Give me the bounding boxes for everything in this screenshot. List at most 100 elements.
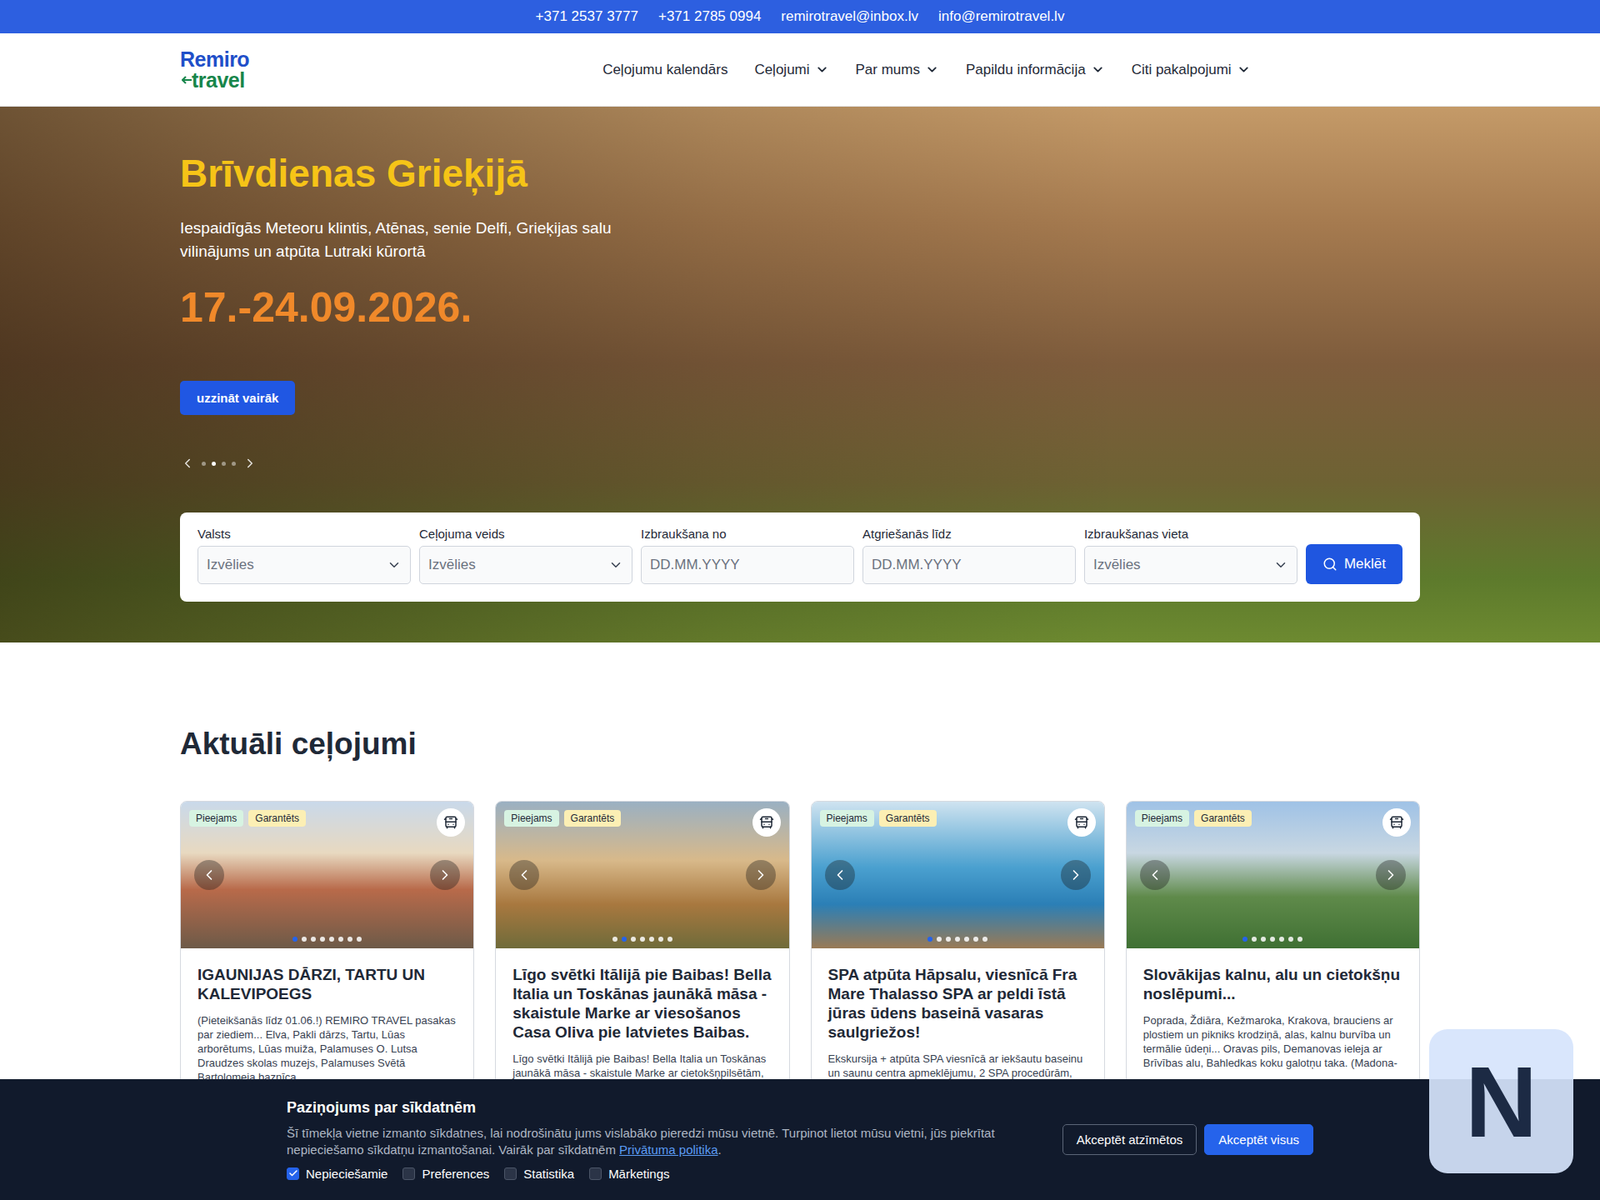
trip-description: Poprada, Ždiāra, Kežmaroka, Krakova, bra… [1143, 1013, 1403, 1070]
image-dot[interactable] [927, 936, 933, 942]
image-dot[interactable] [945, 936, 951, 942]
status-badge: Garantēts [564, 810, 622, 827]
next-image-button[interactable] [1375, 860, 1406, 890]
cookie-option[interactable]: Preferences [402, 1166, 490, 1181]
image-dot[interactable] [936, 936, 942, 942]
image-dot[interactable] [964, 936, 970, 942]
image-dot[interactable] [1279, 936, 1285, 942]
image-dot[interactable] [338, 936, 344, 942]
bus-icon [1067, 808, 1096, 837]
search-field: Izbraukšanas vietaIzvēlies [1084, 526, 1298, 585]
cookie-option[interactable]: Mārketings [589, 1166, 670, 1181]
image-dot[interactable] [982, 936, 988, 942]
prev-image-button[interactable] [825, 860, 855, 890]
image-dot[interactable] [347, 936, 353, 942]
status-badge: Garantēts [248, 810, 306, 827]
chevron-down-icon [386, 557, 402, 573]
cookie-option[interactable]: Nepieciešamie [286, 1166, 388, 1181]
image-dot[interactable] [1251, 936, 1257, 942]
image-dot[interactable] [649, 936, 655, 942]
next-image-button[interactable] [745, 860, 776, 890]
image-dot[interactable] [621, 936, 627, 942]
image-dot[interactable] [1270, 936, 1275, 942]
contact-link[interactable]: info@remirotravel.lv [938, 8, 1065, 25]
trip-title: Slovākijas kalnu, alu un cietokšņu noslē… [1143, 965, 1403, 1004]
trip-title: Līgo svētki Itālijā pie Baibas! Bella It… [512, 965, 772, 1042]
nav-item[interactable]: Par mums [855, 61, 940, 79]
image-dot[interactable] [667, 936, 673, 942]
image-dot[interactable] [612, 936, 618, 942]
date-input[interactable]: DD.MM.YYYY [640, 545, 855, 585]
chevron-left-icon[interactable] [180, 455, 195, 471]
main-nav: Ceļojumu kalendārs Ceļojumi Par mums Papild… [602, 61, 1251, 79]
trip-image: PieejamsGarantēts [495, 801, 789, 949]
cookie-button[interactable]: Akceptēt atzīmētos [1062, 1124, 1198, 1155]
hero-title: Brīvdienas Grieķijā [180, 150, 1420, 197]
nav-item[interactable]: Ceļojumu kalendārs [602, 61, 728, 79]
trip-image: PieejamsGarantēts [811, 801, 1105, 949]
slide-dot[interactable] [211, 461, 216, 466]
slide-dot[interactable] [231, 461, 236, 466]
cookie-text: Šī tīmekļa vietne izmanto sīkdatnes, lai… [286, 1125, 1004, 1159]
trip-title: SPA atpūta Hāpsalu, viesnīcā Fra Mare Th… [828, 965, 1088, 1042]
image-dot[interactable] [356, 936, 362, 942]
search-field: Ceļojuma veidsIzvēlies [419, 526, 633, 585]
image-dot[interactable] [1288, 936, 1294, 942]
image-dot[interactable] [955, 936, 960, 942]
cookie-option[interactable]: Statistika [504, 1166, 575, 1181]
next-image-button[interactable] [1060, 860, 1091, 890]
search-field: ValstsIzvēlies [197, 526, 411, 585]
logo[interactable]: Remirotravel [180, 49, 250, 91]
cookie-banner: Paziņojums par sīkdatnēmŠī tīmekļa vietn… [0, 1079, 1600, 1200]
select-input[interactable]: Izvēlies [1084, 545, 1298, 585]
image-dot[interactable] [320, 936, 325, 942]
status-badge: Pieejams [189, 810, 244, 827]
image-dot[interactable] [1260, 936, 1266, 942]
select-input[interactable]: Izvēlies [197, 545, 411, 585]
prev-image-button[interactable] [509, 860, 540, 890]
chevron-right-icon[interactable] [242, 455, 258, 471]
select-input[interactable]: Izvēlies [419, 545, 633, 585]
prev-image-button[interactable] [194, 860, 225, 890]
image-dot[interactable] [658, 936, 664, 942]
checkbox[interactable] [589, 1167, 602, 1180]
prev-image-button[interactable] [1140, 860, 1170, 890]
more-button[interactable]: uzzināt vairāk [180, 380, 295, 415]
image-dot[interactable] [292, 936, 298, 942]
next-image-button[interactable] [430, 860, 460, 890]
status-badge: Pieejams [820, 810, 875, 827]
date-input[interactable]: DD.MM.YYYY [862, 545, 1076, 585]
nav-item[interactable]: Citi pakalpojumi [1131, 61, 1251, 79]
arrow-icon [181, 75, 192, 85]
contact-link[interactable]: +371 2537 3777 [535, 8, 639, 25]
chat-widget[interactable]: N [1429, 1029, 1574, 1174]
contact-link[interactable]: +371 2785 0994 [658, 8, 761, 25]
image-dot[interactable] [301, 936, 307, 942]
search-form: ValstsIzvēliesCeļojuma veidsIzvēlies Izbr… [180, 512, 1420, 602]
image-dot[interactable] [1242, 936, 1248, 942]
slide-dot[interactable] [201, 461, 206, 466]
checkbox[interactable] [286, 1167, 300, 1180]
privacy-link[interactable]: Privātuma politika [619, 1142, 718, 1157]
check-icon [288, 1168, 299, 1179]
search-field: Atgriešanās līdzDD.MM.YYYY [862, 526, 1076, 585]
image-dot[interactable] [310, 936, 316, 942]
chevron-down-icon [925, 62, 940, 77]
cookie-button[interactable]: Akceptēt visus [1204, 1124, 1314, 1155]
image-dot[interactable] [640, 936, 645, 942]
contact-link[interactable]: remirotravel@inbox.lv [780, 8, 919, 25]
status-badge: Garantēts [879, 810, 937, 827]
image-dot[interactable] [973, 936, 979, 942]
image-dot[interactable] [1297, 936, 1303, 942]
image-dot[interactable] [329, 936, 335, 942]
trip-image: PieejamsGarantēts [180, 801, 474, 949]
trip-description: Līgo svētki Itālijā pie Baibas! Bella It… [512, 1051, 772, 1080]
checkbox[interactable] [504, 1167, 517, 1180]
nav-item[interactable]: Papildu informācija [965, 61, 1105, 79]
slide-dot[interactable] [221, 461, 226, 466]
bus-icon [1382, 808, 1411, 837]
image-dot[interactable] [630, 936, 636, 942]
search-button[interactable]: Meklēt [1305, 544, 1403, 585]
checkbox[interactable] [402, 1167, 415, 1180]
nav-item[interactable]: Ceļojumi [754, 61, 829, 79]
